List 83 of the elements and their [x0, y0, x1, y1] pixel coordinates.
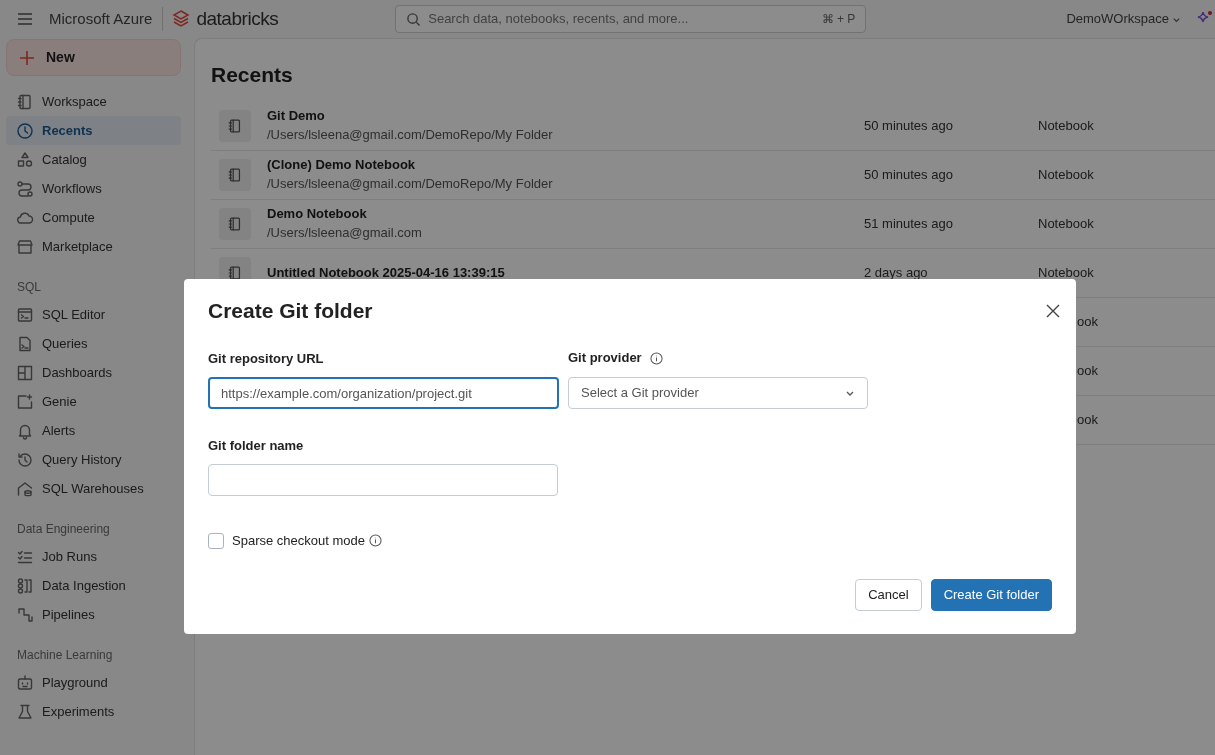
- time-cell-text: 50 minutes ago: [864, 117, 954, 136]
- clock-icon: [16, 121, 34, 140]
- sidebar-item[interactable]: Pipelines: [6, 600, 181, 629]
- sidebar-item[interactable]: Catalog: [6, 145, 181, 174]
- robot-icon: [16, 673, 34, 692]
- item-path: /Users/lsleena@gmail.com/DemoRepo/My Folder: [267, 126, 554, 144]
- section-heading: Data Engineering: [16, 521, 111, 538]
- notebook-icon: [16, 92, 34, 111]
- file-icon: [16, 334, 34, 353]
- time-cell-text: 50 minutes ago: [864, 166, 954, 185]
- sidebar-item[interactable]: Playground: [6, 668, 181, 697]
- section-heading: SQL: [16, 279, 42, 296]
- type-cell-text: ook: [1077, 362, 1098, 381]
- section-heading: Machine Learning: [16, 647, 114, 664]
- sidebar-item[interactable]: Dashboards: [6, 358, 181, 387]
- close-icon[interactable]: [1046, 304, 1060, 318]
- brand-name: Microsoft Azure: [49, 8, 153, 29]
- sidebar-item[interactable]: SQL Warehouses: [6, 474, 181, 503]
- sidebar-item[interactable]: Workflows: [6, 174, 181, 203]
- menu-icon[interactable]: [16, 10, 34, 28]
- type-cell-text: Notebook: [1038, 215, 1094, 234]
- sidebar-item[interactable]: Experiments: [6, 697, 181, 726]
- item-title[interactable]: Untitled Notebook 2025-04-16 13:39:15: [267, 264, 864, 282]
- sparkle-box-icon: [16, 392, 34, 411]
- field-label: Git provider: [568, 349, 642, 368]
- terminal-icon: [16, 305, 34, 324]
- item-title[interactable]: (Clone) Demo Notebook: [267, 156, 864, 174]
- product-name: databricks: [196, 6, 279, 31]
- folder-name-input[interactable]: [208, 464, 558, 496]
- plus-icon: [19, 49, 35, 66]
- history-icon: [16, 450, 34, 469]
- layers-logo-icon: [171, 9, 192, 29]
- flask-icon: [16, 702, 34, 721]
- sidebar-item[interactable]: Workspace: [6, 87, 181, 116]
- dialog-title: Create Git folder: [208, 298, 373, 325]
- item-path: /Users/lsleena@gmail.com/DemoRepo/My Folder: [267, 175, 554, 193]
- sidebar-item[interactable]: Data Ingestion: [6, 571, 181, 600]
- workspace-selector[interactable]: DemoWOrkspace: [1066, 9, 1181, 29]
- sidebar-item[interactable]: Genie: [6, 387, 181, 416]
- store-icon: [16, 237, 34, 256]
- type-cell-text: Notebook: [1038, 166, 1094, 185]
- sidebar-item[interactable]: SQL Editor: [6, 300, 181, 329]
- time-cell-text: 51 minutes ago: [864, 215, 954, 234]
- dashboard-icon: [16, 363, 34, 382]
- type-cell-text: ook: [1077, 313, 1098, 332]
- sidebar-item[interactable]: Recents: [6, 116, 181, 145]
- notebook-icon: [219, 110, 251, 142]
- sidebar-item[interactable]: Alerts: [6, 416, 181, 445]
- sidebar-item[interactable]: Marketplace: [6, 232, 181, 261]
- field-label: Git folder name: [208, 437, 305, 454]
- item-title[interactable]: Demo Notebook: [267, 205, 864, 223]
- provider-select[interactable]: Select a Git provider: [568, 377, 868, 409]
- shapes-icon: [16, 150, 34, 169]
- warehouse-icon: [16, 479, 34, 498]
- item-title[interactable]: Git Demo: [267, 107, 864, 125]
- ingestion-icon: [16, 576, 34, 595]
- cancel-button[interactable]: Cancel: [855, 578, 922, 611]
- sidebar-item[interactable]: Job Runs: [6, 542, 181, 571]
- search-input[interactable]: Search data, notebooks, recents, and more...: [428, 9, 815, 29]
- type-cell-text: Notebook: [1038, 264, 1094, 283]
- type-cell-text: Notebook: [1038, 117, 1094, 136]
- notebook-icon: [219, 159, 251, 191]
- time-cell-text: 2 days ago: [864, 264, 929, 283]
- search-icon: [406, 11, 422, 27]
- search-field[interactable]: Search data, notebooks, recents, and more... ⌘ + P: [395, 5, 867, 33]
- sidebar-item[interactable]: Compute: [6, 203, 181, 232]
- checkbox-label: Sparse checkout mode: [232, 532, 365, 550]
- sidebar-item[interactable]: Queries: [6, 329, 181, 358]
- create-button[interactable]: Create Git folder: [930, 578, 1052, 611]
- shortcut-hint: ⌘ + P: [821, 11, 856, 28]
- info-icon[interactable]: [649, 351, 663, 365]
- new-button[interactable]: New: [6, 39, 181, 76]
- info-icon[interactable]: [368, 534, 382, 548]
- type-cell-text: ook: [1077, 411, 1098, 430]
- sidebar-item[interactable]: Query History: [6, 445, 181, 474]
- url-input[interactable]: https://example.com/organization/project.git: [208, 377, 559, 409]
- page-title: Recents: [211, 62, 294, 88]
- item-path: /Users/lsleena@gmail.com: [267, 224, 423, 242]
- pipeline-icon: [16, 605, 34, 624]
- field-label: Git repository URL: [208, 350, 325, 367]
- notebook-icon: [219, 208, 251, 240]
- workflow-icon: [16, 179, 34, 198]
- checkbox[interactable]: [208, 532, 224, 549]
